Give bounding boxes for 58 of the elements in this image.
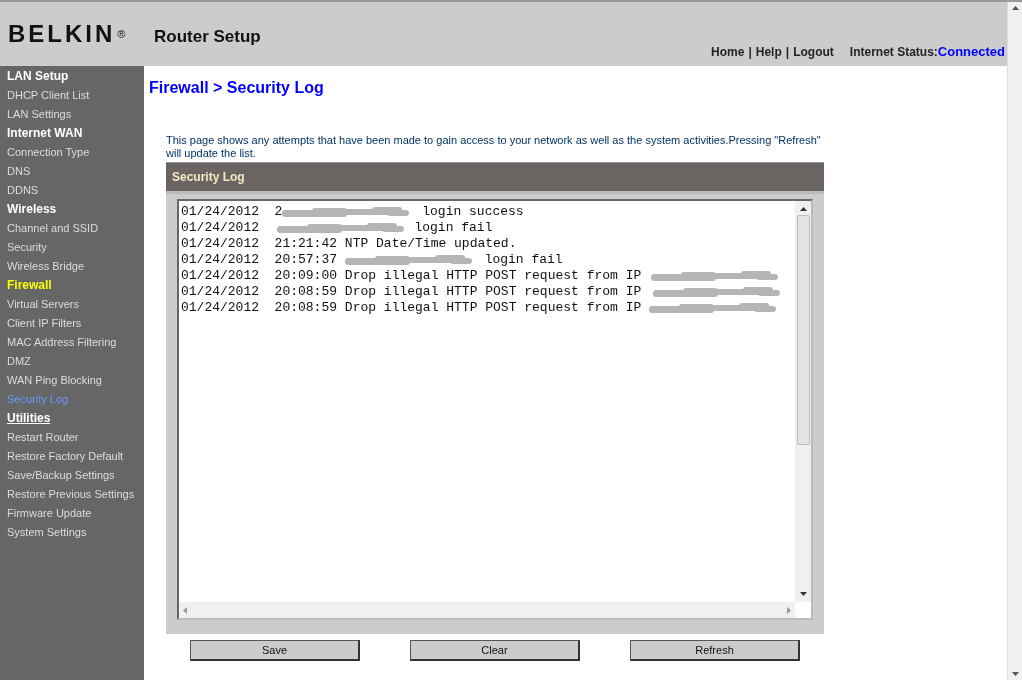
scroll-right-icon[interactable]	[787, 606, 791, 614]
log-text-area[interactable]	[177, 199, 813, 621]
sidebar-item[interactable]: Wireless Bridge	[0, 257, 144, 276]
scroll-left-icon[interactable]	[183, 606, 187, 614]
log-line: 01/24/2012 20:57:37 login fail	[181, 252, 564, 269]
sidebar-item[interactable]: LAN Settings	[0, 105, 144, 124]
page-title: Firewall > Security Log	[149, 78, 325, 98]
scroll-thumb[interactable]	[796, 215, 810, 446]
status-value: Connected	[937, 42, 1005, 61]
sidebar-item[interactable]: Channel and SSID	[0, 219, 144, 238]
sidebar-item[interactable]: Security	[0, 238, 144, 257]
sidebar-item[interactable]: Connection Type	[0, 143, 144, 162]
sidebar-item[interactable]: System Settings	[0, 523, 144, 542]
log-line: 01/24/2012 20:08:59 Drop illegal HTTP POST request from IP	[181, 284, 795, 301]
sidebar-heading[interactable]: Wireless	[0, 200, 144, 219]
action-button[interactable]: Refresh	[630, 640, 800, 662]
link-separator: |	[748, 43, 752, 61]
page-scrollbar[interactable]	[1007, 2, 1022, 680]
log-line: 01/24/2012 21:21:42 NTP Date/Time updated.	[181, 236, 518, 253]
sidebar-item[interactable]: DHCP Client List	[0, 86, 144, 105]
scroll-up-icon[interactable]	[799, 207, 807, 212]
scroll-up-icon[interactable]	[1011, 6, 1019, 10]
sidebar-item[interactable]: MAC Address Filtering	[0, 333, 144, 352]
log-line: 01/24/2012 20:09:00 Drop illegal HTTP POST request from IP	[181, 268, 795, 285]
log-line: 01/24/2012 login fail	[181, 220, 494, 237]
action-button[interactable]: Clear	[410, 640, 580, 662]
app-title: Router Setup	[153, 26, 261, 48]
logo: BELKIN	[8, 19, 116, 49]
sidebar-item[interactable]: Virtual Servers	[0, 295, 144, 314]
panel-title: Security Log	[166, 162, 824, 195]
link-separator: |	[785, 43, 790, 61]
sidebar-heading[interactable]: Utilities	[0, 409, 144, 428]
scroll-down-icon[interactable]	[1011, 672, 1019, 676]
sidebar-heading[interactable]: Firewall	[0, 276, 144, 295]
registered-mark: ®	[117, 26, 126, 42]
sidebar-item[interactable]: Firmware Update	[0, 504, 144, 523]
vertical-scrollbar[interactable]	[795, 201, 811, 603]
header-link[interactable]: Home	[711, 42, 745, 61]
sidebar-heading[interactable]: Internet WAN	[0, 124, 144, 143]
action-button[interactable]: Save	[190, 640, 360, 662]
sidebar-item[interactable]: DDNS	[0, 181, 144, 200]
sidebar-item[interactable]: Restore Previous Settings	[0, 485, 144, 504]
header-link[interactable]: Help	[755, 42, 782, 61]
sidebar-item[interactable]: Restore Factory Default	[0, 447, 144, 466]
status-label: Internet Status:	[849, 43, 938, 61]
sidebar-item[interactable]: DNS	[0, 162, 144, 181]
description: This page shows any attempts that have been made to gain access to your network as well as the system activities.Pressing "Refresh" will update the list.	[166, 134, 822, 161]
sidebar-item[interactable]: WAN Ping Blocking	[0, 371, 144, 390]
sidebar-item[interactable]: DMZ	[0, 352, 144, 371]
header-link[interactable]: Logout	[793, 42, 834, 61]
sidebar-item[interactable]: Restart Router	[0, 428, 144, 447]
scroll-down-icon[interactable]	[799, 592, 807, 597]
horizontal-scrollbar[interactable]	[179, 602, 795, 619]
log-line: 01/24/2012 20:08:59 Drop illegal HTTP POST request from IP	[181, 300, 795, 317]
sidebar-item[interactable]: Client IP Filters	[0, 314, 144, 333]
log-line: 01/24/2012 2 login success	[181, 204, 525, 221]
sidebar-item[interactable]: Save/Backup Settings	[0, 466, 144, 485]
sidebar-heading[interactable]: LAN Setup	[0, 67, 144, 86]
